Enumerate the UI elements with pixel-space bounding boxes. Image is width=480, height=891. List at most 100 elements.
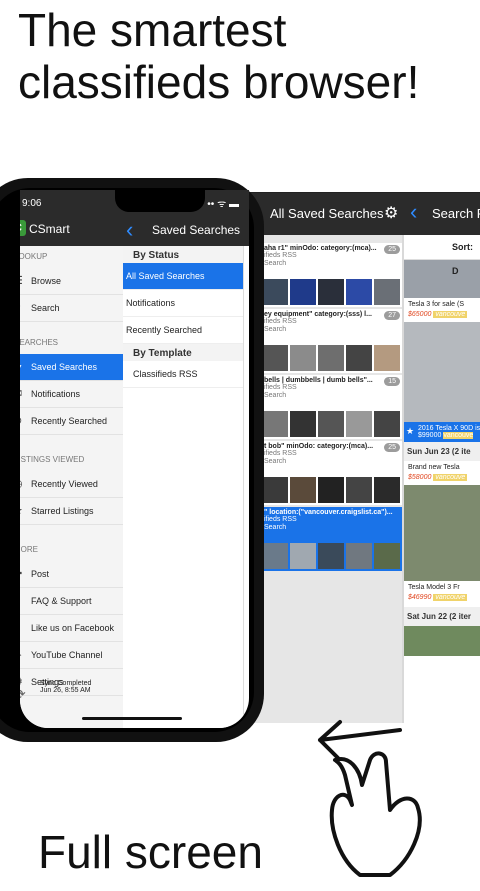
sidebar-item-search[interactable]: ⚲Search <box>20 295 123 322</box>
sidebar-item-browse[interactable]: ☰Browse <box>20 268 123 295</box>
back-chevron-icon[interactable]: ‹ <box>410 199 417 225</box>
sidebar-item-recently-viewed[interactable]: ◷Recently Viewed <box>20 471 123 498</box>
count-badge: 25 <box>384 245 400 254</box>
saved-search-card[interactable]: ey equipment" category:(sss) l... ifieds… <box>262 309 402 373</box>
card-title: ey equipment" category:(sss) l... <box>264 311 372 318</box>
card-type: Search <box>264 260 287 267</box>
listing-price: $58000 vancouve <box>408 474 468 481</box>
list-icon: ☰ <box>20 268 23 294</box>
group-header-template: By Template <box>123 344 243 361</box>
phone-notch <box>115 190 205 212</box>
filter-list: By Status All Saved Searches Notificatio… <box>123 246 244 728</box>
count-badge: 25 <box>384 443 400 452</box>
day-header: Sat Jun 22 (2 iter <box>404 607 480 626</box>
thumbnail-row <box>262 279 400 305</box>
card-title: t bob" minOdo: category:(mca)... <box>264 443 374 450</box>
thumbnail-row <box>262 543 400 569</box>
mail-icon: ✉ <box>20 381 22 407</box>
sidebar-item-notifications[interactable]: ✉Notifications <box>20 381 123 408</box>
phone-screen: 9:06 •• ᯤ ▬ C CSmart ‹ Saved Searches LO… <box>20 190 249 728</box>
card-type: Search <box>264 524 287 531</box>
filter-all-saved-searches[interactable]: All Saved Searches <box>123 263 243 290</box>
clock-icon: ◷ <box>20 471 23 497</box>
sidebar-item-youtube[interactable]: ▶YouTube Channel <box>20 642 123 669</box>
sync-icon: ⟳ <box>20 686 26 703</box>
back-chevron-icon[interactable]: ‹ <box>126 217 133 243</box>
card-type: Search <box>264 458 287 465</box>
card-title: bells | dumbbells | dumb bells"... <box>264 377 373 384</box>
ipad-screen: All Saved Searches ⚙ ‹ Search R aha r1" … <box>240 192 480 723</box>
card-source: ifieds RSS <box>264 252 297 259</box>
listing-photo[interactable] <box>404 485 480 581</box>
app-logo-icon: C <box>20 220 26 236</box>
sidebar-item-faq[interactable]: ?FAQ & Support <box>20 588 123 615</box>
count-badge: 15 <box>384 377 400 386</box>
thumbnail-row <box>262 411 400 437</box>
sidebar-item-facebook[interactable]: fLike us on Facebook <box>20 615 123 642</box>
saved-search-card-selected[interactable]: " location:("vancouver.craigslist.ca")..… <box>262 507 402 571</box>
listing-title: 2016 Tesla X 90D is Available for al <box>418 425 480 432</box>
sidebar-item-starred[interactable]: ★Starred Listings <box>20 498 123 525</box>
section-header-searches: SEARCHES <box>20 338 59 347</box>
listing-highlight[interactable]: ★ 2016 Tesla X 90D is Available for al $… <box>404 422 480 442</box>
listing-price: $65000 vancouve <box>408 311 468 318</box>
group-header-status: By Status <box>123 246 243 263</box>
sidebar-item-saved-searches[interactable]: ▰Saved Searches <box>20 354 123 381</box>
card-source: ifieds RSS <box>264 318 297 325</box>
section-header-lookup: LOOKUP <box>20 252 48 261</box>
history-search-icon: ⊕ <box>20 408 22 434</box>
saved-search-card[interactable]: bells | dumbbells | dumb bells"... ified… <box>262 375 402 439</box>
listing-title[interactable]: Brand new Tesla <box>404 461 480 474</box>
card-title: aha r1" minOdo: category:(mca)... <box>264 245 377 252</box>
listing-price: $99000 vancouve <box>418 432 474 439</box>
saved-search-list: aha r1" minOdo: category:(mca)... ifieds… <box>240 235 402 723</box>
listing-photo[interactable] <box>404 626 480 656</box>
star-icon[interactable]: ★ <box>406 426 414 437</box>
card-source: ifieds RSS <box>264 516 297 523</box>
youtube-icon: ▶ <box>20 642 21 668</box>
sidebar-item-recently-searched[interactable]: ⊕Recently Searched <box>20 408 123 435</box>
card-source: ifieds RSS <box>264 384 297 391</box>
card-source: ifieds RSS <box>264 450 297 457</box>
sync-status-text: Sync Completed <box>40 680 92 687</box>
listing-results: Sort: D Tesla 3 for sale (S $65000 vanco… <box>404 235 480 723</box>
filter-recently-searched[interactable]: Recently Searched <box>123 317 243 344</box>
section-header-listings: LISTINGS VIEWED <box>20 455 85 464</box>
listing-photo[interactable] <box>404 260 480 298</box>
thumbnail-row <box>262 345 400 371</box>
folder-icon: ▰ <box>20 354 21 380</box>
card-title: " location:("vancouver.craigslist.ca")..… <box>264 509 393 516</box>
section-header-more: MORE <box>20 545 38 554</box>
listing-price: $46990 vancouve <box>408 594 468 601</box>
search-icon: ⚲ <box>20 295 21 321</box>
listing-title[interactable]: Tesla 3 for sale (S <box>404 298 480 311</box>
sidebar-item-post[interactable]: ✚Post <box>20 561 123 588</box>
plus-icon: ✚ <box>20 561 22 587</box>
app-name: CSmart <box>29 222 70 236</box>
card-type: Search <box>264 392 287 399</box>
nav-bar: C CSmart ‹ Saved Searches <box>20 214 249 246</box>
saved-search-card[interactable]: t bob" minOdo: category:(mca)... ifieds … <box>262 441 402 505</box>
sync-status[interactable]: ⟳ Sync Completed Jun 26, 8:55 AM <box>20 680 123 708</box>
listing-photo[interactable] <box>404 322 480 422</box>
home-indicator <box>82 717 182 720</box>
search-results-title: Search R <box>432 206 480 221</box>
ipad-header: All Saved Searches ⚙ ‹ Search R <box>240 193 480 235</box>
count-badge: 27 <box>384 311 400 320</box>
wifi-battery-icon: •• ᯤ ▬ <box>207 199 239 210</box>
sort-label[interactable]: Sort: D <box>404 235 480 276</box>
sync-time: Jun 26, 8:55 AM <box>40 687 91 694</box>
filter-classifieds-rss[interactable]: Classifieds RSS <box>123 361 243 388</box>
day-header: Sun Jun 23 (2 ite <box>404 442 480 461</box>
filter-notifications[interactable]: Notifications <box>123 290 243 317</box>
status-time: 9:06 <box>22 198 42 209</box>
listing-title[interactable]: Tesla Model 3 Fr <box>404 581 480 594</box>
nav-title: Saved Searches <box>152 223 241 237</box>
ipad-header-title: All Saved Searches <box>270 206 384 221</box>
thumbnail-row <box>262 477 400 503</box>
headline: The smartest classifieds browser! <box>18 4 420 108</box>
star-icon: ★ <box>20 498 23 524</box>
saved-search-card[interactable]: aha r1" minOdo: category:(mca)... ifieds… <box>262 243 402 307</box>
gear-icon[interactable]: ⚙ <box>384 203 398 223</box>
card-type: Search <box>264 326 287 333</box>
